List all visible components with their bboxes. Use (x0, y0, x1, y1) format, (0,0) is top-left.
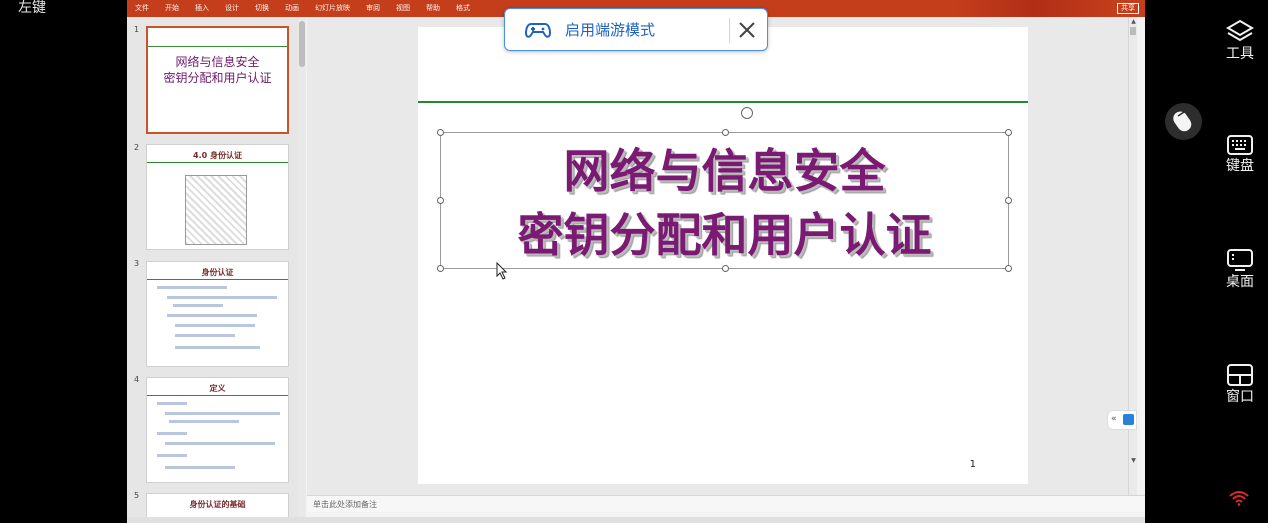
thumbnail-rule (147, 162, 288, 163)
status-bar (127, 517, 1145, 523)
thumbnail-number: 5 (134, 491, 140, 500)
text-line (175, 334, 235, 337)
sidebar-item-label: 桌面 (1226, 274, 1254, 290)
scrollbar-thumb[interactable] (1130, 27, 1136, 35)
thumbnail-rule (147, 279, 288, 280)
tab-home[interactable]: 开始 (165, 3, 179, 13)
text-line (157, 402, 187, 405)
slide-green-rule (418, 101, 1028, 103)
slide-editor: 网络与信息安全 密钥分配和用户认证 1 ▲ ▼ « (307, 17, 1137, 495)
ribbon-decoration (955, 0, 1115, 17)
rotate-handle[interactable] (741, 107, 753, 119)
desktop-icon (1227, 249, 1253, 271)
text-line (157, 454, 187, 457)
edit-icon[interactable] (1123, 414, 1134, 425)
toast-divider (729, 18, 730, 43)
slide-title-line1: 网络与信息安全 (563, 144, 886, 198)
text-line (157, 286, 227, 289)
sidebar-item-desktop[interactable]: 桌面 (1215, 249, 1265, 291)
sidebar-item-window[interactable]: 窗口 (1215, 364, 1265, 406)
thumbnail-slide-2[interactable]: 4.0 身份认证 (146, 144, 289, 250)
text-line (165, 412, 280, 415)
text-line (167, 296, 277, 299)
share-button[interactable]: 共享 (1117, 3, 1139, 14)
gamepad-icon (525, 23, 551, 38)
thumbnail-slide-3[interactable]: 身份认证 (146, 261, 289, 367)
notes-placeholder[interactable]: 单击此处添加备注 (313, 499, 377, 510)
game-mode-label[interactable]: 启用端游模式 (565, 21, 655, 39)
thumbnail-title: 网络与信息安全 密钥分配和用户认证 (148, 54, 287, 86)
text-line (169, 420, 239, 423)
tab-insert[interactable]: 插入 (195, 3, 209, 13)
mouse-icon (1173, 111, 1192, 132)
collapse-left-icon[interactable]: « (1111, 414, 1117, 424)
slide-title[interactable]: 网络与信息安全 密钥分配和用户认证 (441, 139, 1008, 267)
text-line (157, 432, 187, 435)
text-line (165, 466, 235, 469)
thumbnail-rule (148, 46, 287, 47)
thumbnail-number: 4 (134, 375, 140, 384)
text-line (165, 442, 275, 445)
sidebar-item-keyboard[interactable]: 键盘 (1215, 135, 1265, 175)
ribbon-tabs: 文件 开始 插入 设计 切换 动画 幻灯片放映 审阅 视图 帮助 格式 (135, 3, 486, 13)
mouse-cursor-icon (496, 262, 508, 280)
text-line (167, 314, 257, 317)
text-line (175, 346, 260, 349)
sidebar-item-label: 工具 (1226, 46, 1254, 62)
cartoon-image (185, 175, 247, 245)
sidebar-item-label: 键盘 (1226, 158, 1254, 174)
thumbnail-title-line2: 密钥分配和用户认证 (163, 71, 272, 85)
resize-handle[interactable] (722, 129, 729, 136)
thumbnail-slide-4[interactable]: 定义 (146, 377, 289, 483)
keyboard-icon (1227, 135, 1253, 155)
thumbnail-scrollbar[interactable] (298, 17, 306, 517)
thumbnail-number: 3 (134, 259, 140, 268)
tab-slideshow[interactable]: 幻灯片放映 (315, 3, 350, 13)
wifi-icon (1229, 491, 1249, 506)
tab-animations[interactable]: 动画 (285, 3, 299, 13)
thumbnail-pane[interactable]: 1 网络与信息安全 密钥分配和用户认证 2 4.0 身份认证 3 身份认证 4 … (127, 17, 299, 523)
remote-control-sidebar: 工具 键盘 桌面 窗口 (1145, 0, 1268, 523)
thumbnail-slide-1[interactable]: 网络与信息安全 密钥分配和用户认证 (146, 26, 289, 134)
powerpoint-window: 文件 开始 插入 设计 切换 动画 幻灯片放映 审阅 视图 帮助 格式 共享 1… (127, 0, 1145, 523)
thumbnail-title: 身份认证的基础 (189, 500, 246, 509)
close-icon[interactable] (737, 20, 757, 40)
thumbnail-title: 身份认证 (201, 268, 234, 277)
layers-icon (1226, 19, 1254, 42)
scrollbar-thumb[interactable] (299, 21, 305, 67)
tab-design[interactable]: 设计 (225, 3, 239, 13)
side-panel-toggle[interactable]: « (1107, 410, 1137, 430)
slide-title-line2: 密钥分配和用户认证 (517, 208, 932, 262)
game-mode-toast[interactable]: 启用端游模式 (504, 8, 768, 51)
slide-page-number: 1 (969, 459, 976, 470)
mouse-mode-button[interactable] (1165, 103, 1202, 140)
tab-review[interactable]: 审阅 (366, 3, 380, 13)
thumbnail-number: 1 (134, 25, 140, 34)
thumbnail-rule (147, 395, 288, 396)
left-key-label[interactable]: 左键 (18, 0, 46, 16)
notes-pane[interactable]: 单击此处添加备注 (307, 495, 1145, 512)
thumbnail-title: 定义 (209, 384, 226, 393)
tab-help[interactable]: 帮助 (426, 3, 440, 13)
thumbnail-number: 2 (134, 143, 140, 152)
text-line (173, 304, 223, 307)
scroll-up-icon[interactable]: ▲ (1129, 18, 1138, 25)
sidebar-item-tools[interactable]: 工具 (1215, 19, 1265, 63)
resize-handle[interactable] (437, 129, 444, 136)
tab-format[interactable]: 格式 (456, 3, 470, 13)
text-line (175, 324, 255, 327)
tab-view[interactable]: 视图 (396, 3, 410, 13)
title-placeholder[interactable]: 网络与信息安全 密钥分配和用户认证 (437, 107, 1012, 280)
slide-canvas[interactable]: 网络与信息安全 密钥分配和用户认证 1 (418, 27, 1028, 484)
tab-transitions[interactable]: 切换 (255, 3, 269, 13)
thumbnail-title: 4.0 身份认证 (193, 151, 242, 160)
tab-file[interactable]: 文件 (135, 3, 149, 13)
sidebar-item-label: 窗口 (1226, 389, 1254, 405)
window-grid-icon (1227, 364, 1253, 386)
thumbnail-title-line1: 网络与信息安全 (175, 55, 260, 69)
resize-handle[interactable] (1005, 129, 1012, 136)
scroll-down-icon[interactable]: ▼ (1129, 457, 1138, 464)
